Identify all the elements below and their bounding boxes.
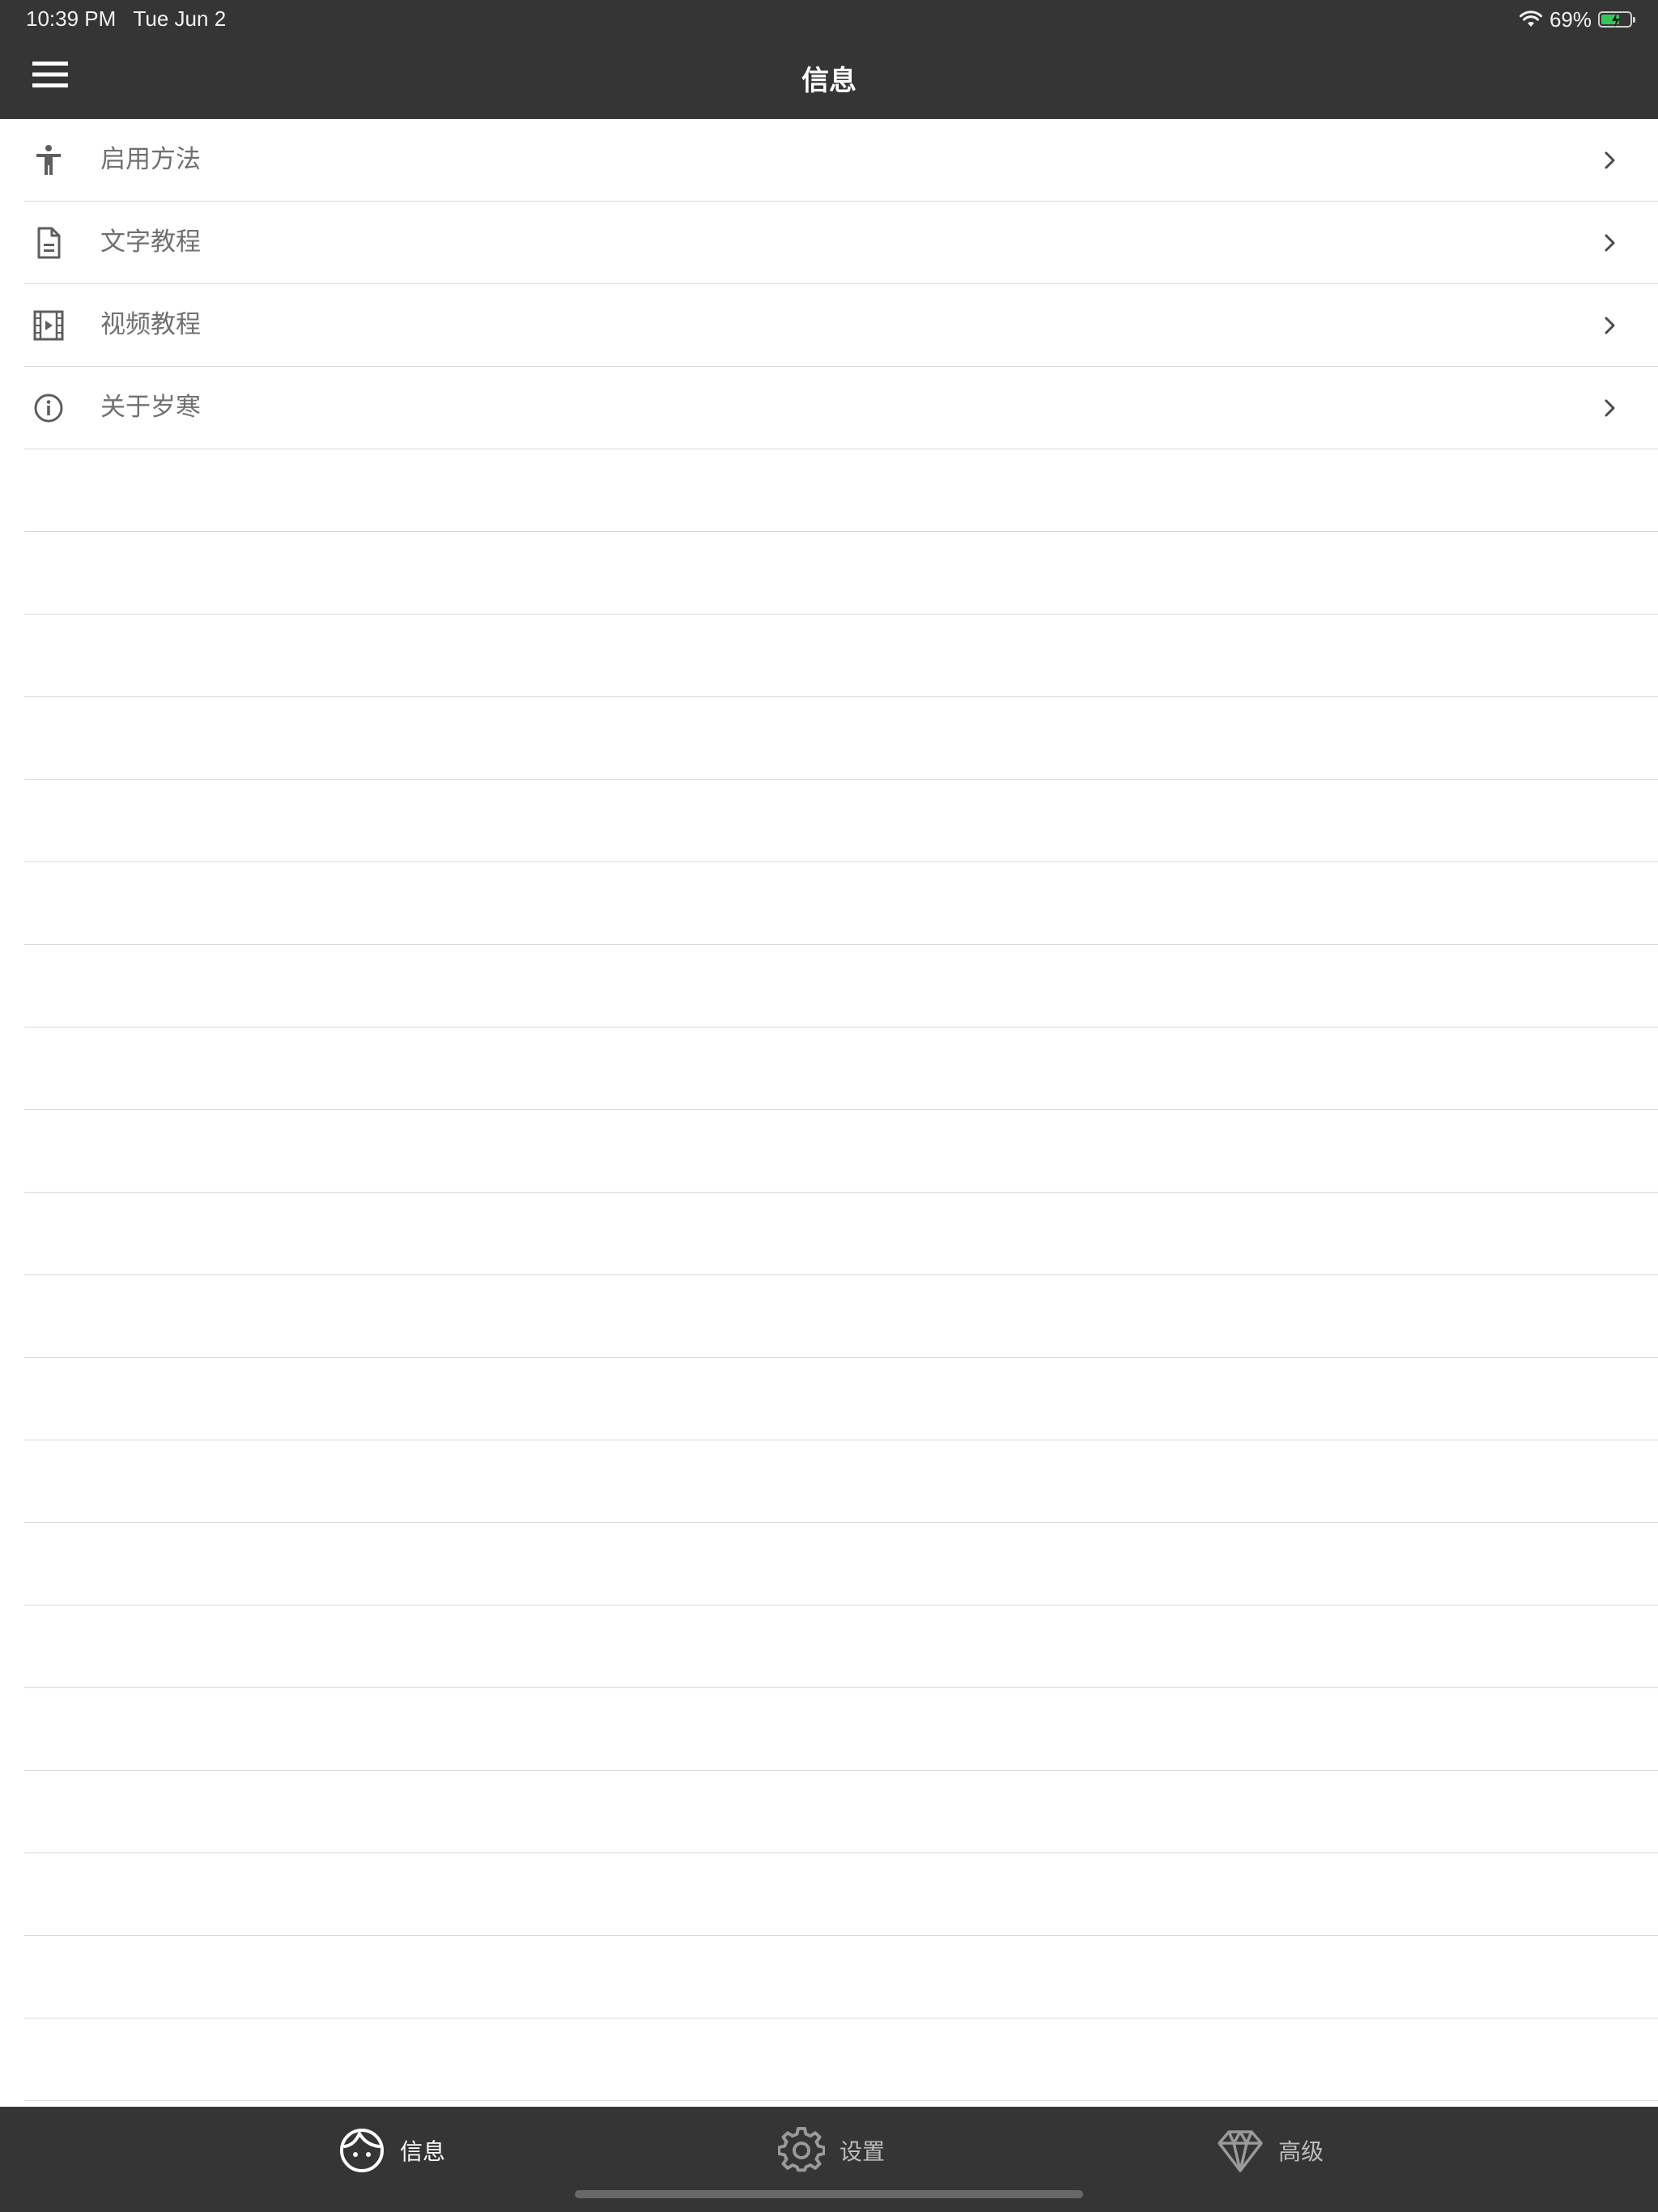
empty-table-row [24, 697, 1658, 780]
empty-table-row [24, 1440, 1658, 1523]
status-time-date: 10:39 PM Tue Jun 2 [26, 6, 226, 32]
empty-table-row [24, 1275, 1658, 1358]
empty-table-row [24, 615, 1658, 697]
empty-table-row [24, 1688, 1658, 1771]
list-item-about[interactable]: 关于岁寒 [24, 367, 1658, 449]
home-indicator[interactable] [575, 2190, 1083, 2198]
list-item-label: 关于岁寒 [100, 393, 201, 422]
list-item-label: 视频教程 [100, 310, 201, 339]
empty-table-row [24, 1936, 1658, 2018]
chevron-right-icon [1605, 151, 1615, 169]
gear-icon [778, 2127, 825, 2172]
page-title: 信息 [801, 65, 857, 97]
charging-bolt-icon [1612, 13, 1620, 28]
empty-table-row [24, 862, 1658, 945]
document-icon [37, 227, 61, 259]
empty-table-row [24, 1853, 1658, 1936]
tab-settings[interactable]: 设置 [778, 2125, 885, 2176]
chevron-right-icon [1605, 234, 1615, 252]
navigation-bar: 10:39 PM Tue Jun 2 69% 信息 [0, 0, 1658, 119]
tab-label: 设置 [840, 2138, 886, 2165]
list-item-text-tutorial[interactable]: 文字教程 [24, 202, 1658, 284]
face-icon [340, 2129, 384, 2172]
app-screen: 10:39 PM Tue Jun 2 69% 信息 启用方法 文字教程 视频教程… [0, 0, 1658, 2212]
tab-label: 高级 [1278, 2138, 1324, 2165]
wifi-icon [1519, 11, 1542, 27]
list-item-label: 文字教程 [100, 228, 201, 257]
menu-list: 启用方法 文字教程 视频教程 关于岁寒 [0, 119, 1658, 2101]
empty-table-row [24, 449, 1658, 532]
diamond-icon [1218, 2130, 1263, 2172]
empty-table-row [24, 2018, 1658, 2101]
empty-table-row [24, 1523, 1658, 1606]
battery-percent: 69% [1549, 6, 1592, 32]
list-item-video-tutorial[interactable]: 视频教程 [24, 284, 1658, 367]
empty-table-row [24, 945, 1658, 1027]
empty-table-row [24, 1110, 1658, 1193]
status-time: 10:39 PM [26, 6, 117, 31]
empty-table-row [24, 1193, 1658, 1275]
tab-advanced[interactable]: 高级 [1217, 2125, 1324, 2176]
chevron-right-icon [1605, 399, 1615, 417]
tab-label: 信息 [400, 2138, 446, 2165]
empty-table-row [24, 532, 1658, 615]
list-item-label: 启用方法 [100, 145, 201, 174]
empty-table-row [24, 1027, 1658, 1110]
status-indicators: 69% [1519, 6, 1635, 32]
empty-table-row [24, 1771, 1658, 1853]
accessibility-icon [36, 145, 61, 175]
chevron-right-icon [1605, 317, 1615, 334]
status-date: Tue Jun 2 [133, 6, 227, 31]
list-item-enable-method[interactable]: 启用方法 [24, 119, 1658, 202]
tab-info[interactable]: 信息 [338, 2125, 445, 2176]
battery-charging-icon [1598, 11, 1635, 28]
empty-table-row [24, 780, 1658, 862]
video-film-icon [33, 310, 64, 341]
info-circle-icon [34, 393, 63, 423]
empty-table-row [24, 1358, 1658, 1440]
empty-table-row [24, 1606, 1658, 1688]
